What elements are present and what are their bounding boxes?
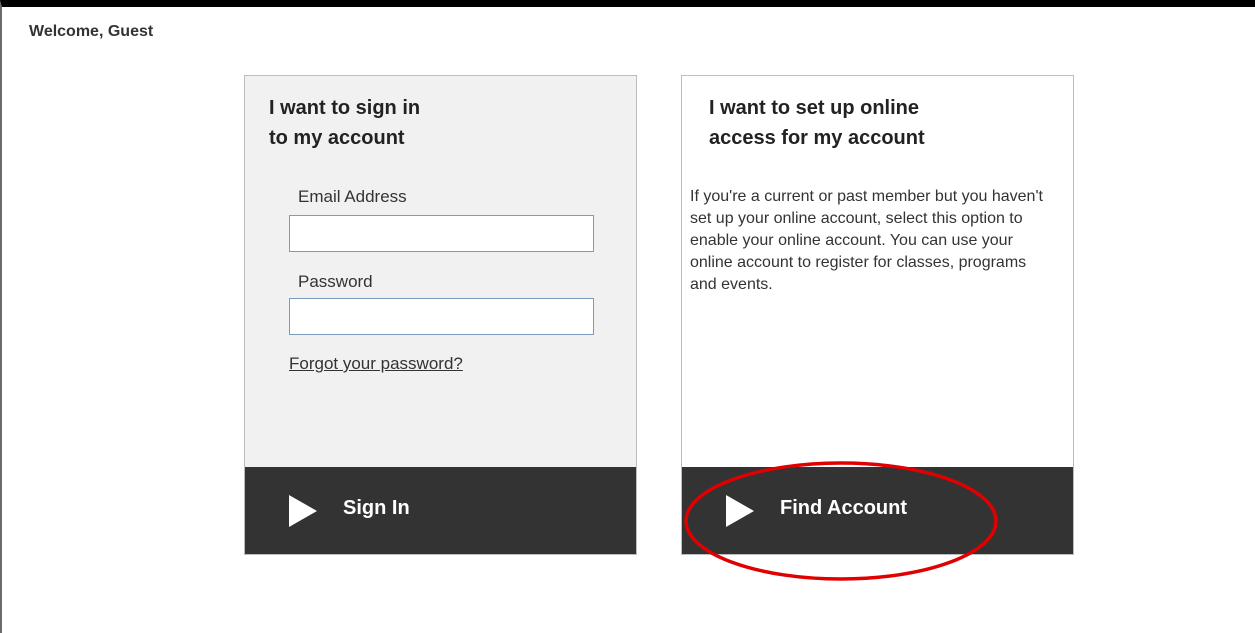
find-account-button[interactable]: Find Account: [682, 467, 1073, 554]
email-field[interactable]: [289, 215, 594, 252]
setup-description: If you're a current or past member but y…: [690, 188, 1043, 293]
signin-title-line1: I want to sign in: [269, 97, 421, 119]
setup-card-title: I want to set up online access for my ac…: [709, 93, 925, 153]
forgot-password-link[interactable]: Forgot your password?: [289, 354, 463, 374]
play-icon: [726, 495, 754, 527]
sign-in-button[interactable]: Sign In: [245, 467, 636, 554]
email-label: Email Address: [298, 187, 407, 206]
signin-card: I want to sign in to my account Email Ad…: [244, 75, 637, 555]
find-account-button-label: Find Account: [780, 497, 908, 519]
setup-card: I want to set up online access for my ac…: [681, 75, 1074, 555]
setup-title-line2: access for my account: [709, 127, 925, 149]
signin-title-line2: to my account: [269, 127, 405, 149]
password-field[interactable]: [289, 298, 594, 335]
welcome-text: Welcome, Guest: [29, 23, 154, 40]
setup-title-line1: I want to set up online: [709, 97, 919, 119]
password-label: Password: [298, 272, 373, 291]
signin-card-title: I want to sign in to my account: [269, 93, 420, 153]
play-icon: [289, 495, 317, 527]
sign-in-button-label: Sign In: [343, 497, 410, 519]
